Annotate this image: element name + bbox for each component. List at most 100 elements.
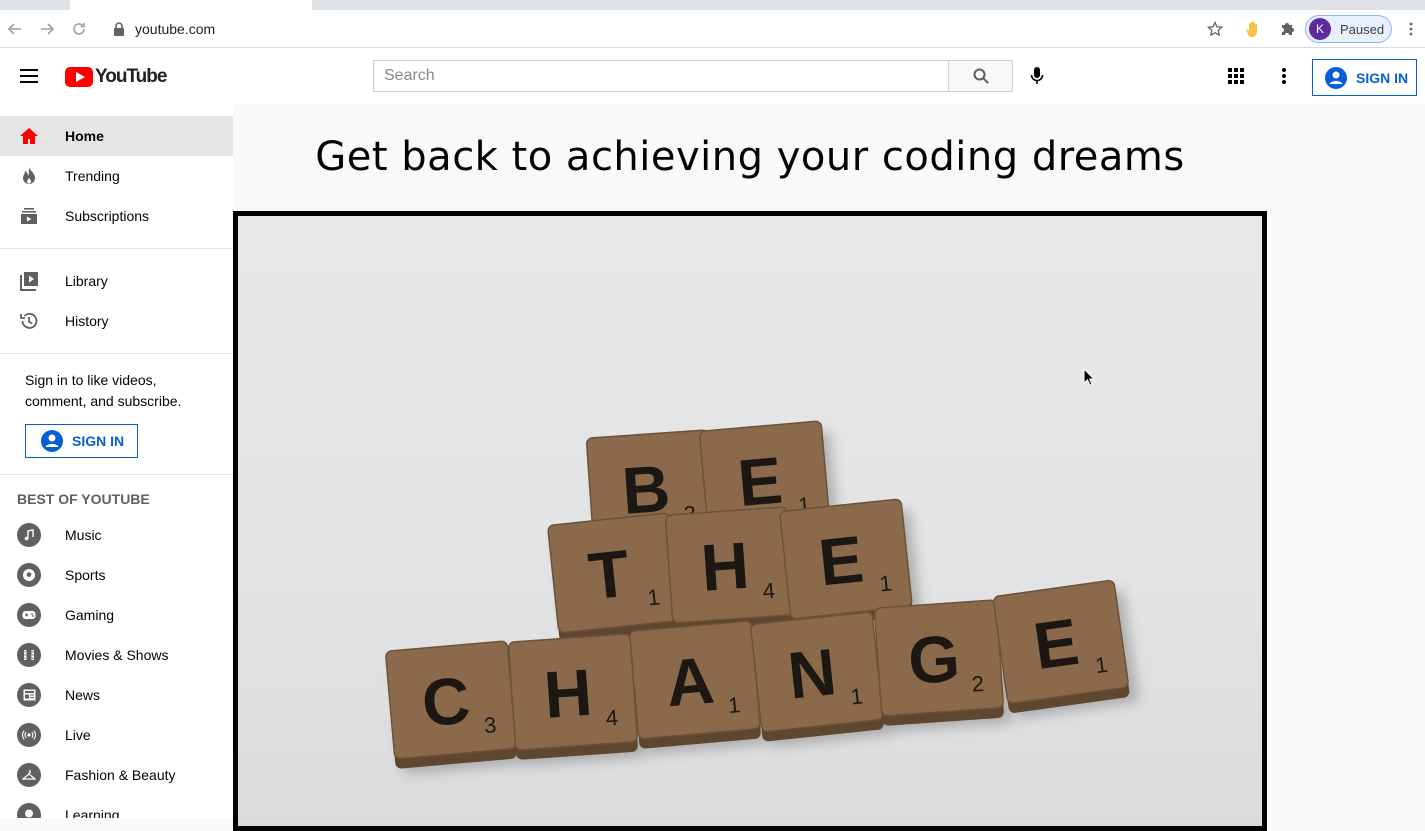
sidebar-item-label: Music bbox=[65, 527, 102, 543]
library-icon bbox=[17, 269, 41, 293]
letter-tile: G2 bbox=[873, 599, 1013, 732]
live-icon bbox=[17, 723, 41, 747]
reload-icon[interactable] bbox=[68, 18, 90, 40]
sidebar-item-learning[interactable]: Learning bbox=[0, 795, 233, 818]
sidebar-item-label: Gaming bbox=[65, 607, 115, 623]
youtube-logo-text: YouTube bbox=[95, 66, 167, 87]
hand-extension-icon[interactable] bbox=[1241, 17, 1265, 41]
lock-icon[interactable] bbox=[113, 22, 125, 36]
chrome-menu-icon[interactable] bbox=[1399, 17, 1423, 41]
sidebar-item-gaming[interactable]: Gaming bbox=[0, 595, 233, 635]
browser-tabstrip bbox=[0, 0, 1425, 10]
bookmark-star-icon[interactable] bbox=[1203, 17, 1227, 41]
learning-icon bbox=[17, 803, 41, 818]
sidebar-item-trending[interactable]: Trending bbox=[0, 156, 233, 196]
sidebar-item-fashion-beauty[interactable]: Fashion & Beauty bbox=[0, 755, 233, 795]
sidebar-item-history[interactable]: History bbox=[0, 301, 233, 341]
tile-letter: E bbox=[815, 521, 867, 599]
sidebar-item-sports[interactable]: Sports bbox=[0, 555, 233, 595]
sidebar-item-label: Library bbox=[65, 273, 108, 289]
sidebar-item-live[interactable]: Live bbox=[0, 715, 233, 755]
back-icon[interactable] bbox=[4, 18, 26, 40]
mouse-cursor-icon bbox=[1083, 368, 1095, 386]
guide-sidebar: Home Trending Subscriptions Library Hist… bbox=[0, 104, 233, 818]
sidebar-item-label: Sports bbox=[65, 567, 106, 583]
letter-tile: H4 bbox=[507, 633, 647, 766]
youtube-play-icon bbox=[65, 67, 93, 87]
gaming-icon bbox=[17, 603, 41, 627]
sign-in-label: SIGN IN bbox=[1356, 69, 1409, 86]
profile-status: Paused bbox=[1340, 21, 1385, 37]
tile-letter: N bbox=[784, 634, 839, 713]
more-vert-icon[interactable] bbox=[1272, 64, 1296, 88]
tile-score: 2 bbox=[971, 671, 985, 697]
letter-tile: N1 bbox=[750, 611, 893, 748]
tile-score: 4 bbox=[762, 578, 776, 604]
sign-in-button[interactable]: SIGN IN bbox=[1312, 59, 1417, 96]
account-icon bbox=[1325, 66, 1347, 89]
sidebar-signin-block: Sign in to like videos, comment, and sub… bbox=[0, 366, 233, 458]
sidebar-divider bbox=[0, 248, 233, 249]
sidebar-item-label: News bbox=[65, 687, 101, 703]
sidebar-item-home[interactable]: Home bbox=[0, 116, 233, 156]
address-bar-url[interactable]: youtube.com bbox=[135, 21, 215, 37]
sidebar-item-subscriptions[interactable]: Subscriptions bbox=[0, 196, 233, 236]
sports-icon bbox=[17, 563, 41, 587]
puzzle-extensions-icon[interactable] bbox=[1275, 17, 1299, 41]
flame-icon bbox=[17, 164, 41, 188]
letter-tile: C3 bbox=[385, 640, 526, 775]
account-icon bbox=[41, 430, 63, 452]
hero-image: B3E1T1H4E1C3H4A1N1G2E1 bbox=[233, 211, 1267, 831]
forward-icon[interactable] bbox=[36, 18, 58, 40]
sidebar-divider bbox=[0, 474, 233, 475]
tile-score: 1 bbox=[878, 570, 893, 596]
sidebar-item-label: Trending bbox=[65, 168, 120, 184]
sidebar-item-label: Learning bbox=[65, 807, 120, 818]
page-headline: Get back to achieving your coding dreams bbox=[315, 134, 1185, 180]
signin-prompt-text: Sign in to like videos, comment, and sub… bbox=[25, 372, 182, 409]
home-icon bbox=[17, 124, 41, 148]
sidebar-item-label: Fashion & Beauty bbox=[65, 767, 176, 783]
profile-avatar: K bbox=[1309, 18, 1331, 40]
tile-letter: C bbox=[419, 662, 473, 740]
microphone-icon bbox=[1030, 67, 1044, 84]
sidebar-item-movies-shows[interactable]: Movies & Shows bbox=[0, 635, 233, 675]
youtube-header: YouTube SIGN IN bbox=[0, 48, 1425, 104]
browser-active-tab[interactable] bbox=[70, 0, 312, 10]
apps-grid-icon[interactable] bbox=[1224, 64, 1248, 88]
search-icon bbox=[973, 68, 989, 84]
best-of-youtube-heading: BEST OF YOUTUBE bbox=[17, 491, 150, 507]
tile-letter: H bbox=[542, 655, 595, 732]
sidebar-item-label: Movies & Shows bbox=[65, 647, 169, 663]
tile-score: 1 bbox=[727, 692, 741, 718]
tile-letter: G bbox=[906, 621, 962, 698]
sidebar-item-music[interactable]: Music bbox=[0, 515, 233, 555]
hamburger-menu-icon[interactable] bbox=[17, 64, 41, 88]
scrabble-tiles-illustration: B3E1T1H4E1C3H4A1N1G2E1 bbox=[385, 420, 1139, 775]
search-box bbox=[373, 60, 949, 92]
tile-letter: H bbox=[699, 528, 752, 605]
tile-score: 1 bbox=[646, 584, 661, 610]
sidebar-sign-in-button[interactable]: SIGN IN bbox=[25, 424, 138, 458]
sidebar-item-library[interactable]: Library bbox=[0, 261, 233, 301]
music-icon bbox=[17, 523, 41, 547]
sign-in-label: SIGN IN bbox=[72, 432, 125, 449]
profile-button[interactable]: K Paused bbox=[1305, 15, 1392, 43]
tile-score: 3 bbox=[483, 712, 497, 738]
subscriptions-icon bbox=[17, 204, 41, 228]
search-button[interactable] bbox=[948, 60, 1013, 92]
search-input[interactable] bbox=[374, 61, 948, 91]
movies-icon bbox=[17, 643, 41, 667]
tile-letter: A bbox=[663, 642, 717, 720]
youtube-logo[interactable]: YouTube bbox=[65, 66, 167, 88]
tile-letter: T bbox=[585, 536, 633, 614]
letter-tile: A1 bbox=[629, 620, 770, 755]
letter-tile: E1 bbox=[992, 579, 1139, 719]
voice-search-button[interactable] bbox=[1025, 64, 1049, 88]
history-icon bbox=[17, 309, 41, 333]
sidebar-item-label: History bbox=[65, 313, 109, 329]
sidebar-item-label: Live bbox=[65, 727, 91, 743]
sidebar-item-news[interactable]: News bbox=[0, 675, 233, 715]
fashion-icon bbox=[17, 763, 41, 787]
tile-score: 4 bbox=[605, 705, 619, 731]
